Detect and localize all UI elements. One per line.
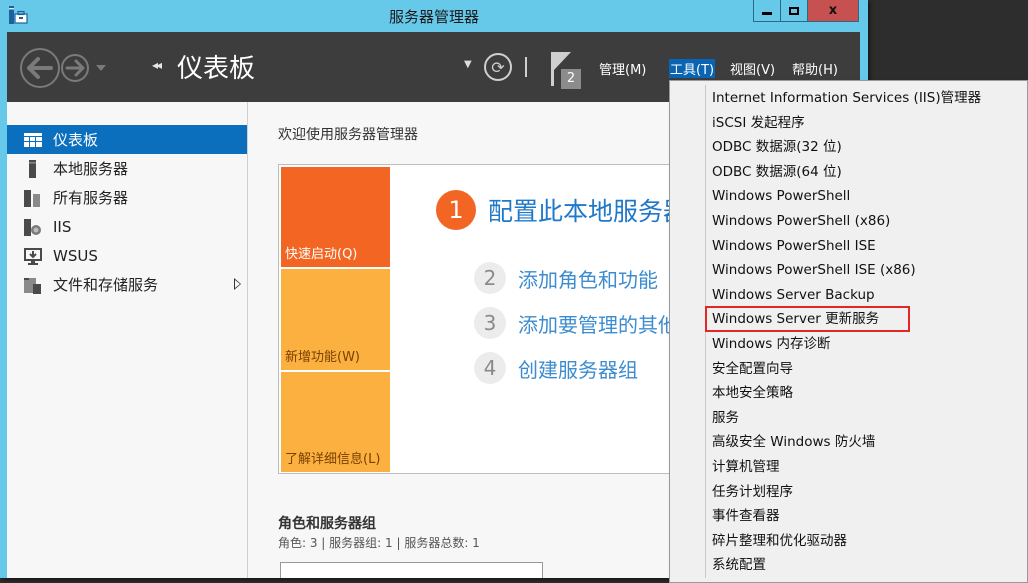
breadcrumb-dropdown-icon[interactable]: ▼ <box>464 59 472 70</box>
sidebar: 仪表板 本地服务器 所有服务器 IIS WSUS 文件和存储服务 <box>7 102 248 578</box>
step-number: 4 <box>474 352 506 384</box>
minimize-button[interactable] <box>754 0 781 21</box>
menu-tools[interactable]: 工具(T) <box>669 59 716 78</box>
tools-menu-item[interactable]: Windows PowerShell ISE <box>712 234 876 258</box>
tools-menu-item[interactable]: 服务 <box>712 406 739 430</box>
dashboard-icon <box>23 131 43 149</box>
sidebar-item-wsus[interactable]: WSUS <box>7 241 247 270</box>
tools-menu-item[interactable]: ODBC 数据源(64 位) <box>712 160 842 184</box>
tools-menu-item[interactable]: Windows PowerShell (x86) <box>712 209 890 233</box>
file-storage-icon <box>23 276 43 294</box>
header-separator <box>525 57 527 77</box>
step-configure-local-server[interactable]: 1 配置此本地服务器 <box>436 190 688 230</box>
step-link[interactable]: 配置此本地服务器 <box>488 192 688 228</box>
tools-menu-item[interactable]: Windows PowerShell ISE (x86) <box>712 258 916 282</box>
menu-view[interactable]: 视图(V) <box>729 59 776 78</box>
tools-menu-item[interactable]: 计算机管理 <box>712 455 780 479</box>
step-create-server-group[interactable]: 4 创建服务器组 <box>474 352 638 384</box>
tools-menu-dropdown: Internet Information Services (IIS)管理器 iS… <box>669 80 1028 583</box>
notification-count-badge: 2 <box>561 69 581 89</box>
wsus-icon <box>23 247 43 265</box>
tools-menu-item[interactable]: 任务计划程序 <box>712 480 793 504</box>
learn-more-tile[interactable]: 了解详细信息(L) <box>281 372 390 472</box>
step-number: 3 <box>474 307 506 339</box>
local-server-icon <box>23 159 43 178</box>
window-controls: x <box>753 0 859 22</box>
step-link[interactable]: 添加角色和功能 <box>518 264 658 293</box>
tools-menu-item[interactable]: 安全配置向导 <box>712 357 793 381</box>
tile-label: 了解详细信息(L) <box>285 452 381 467</box>
role-tile[interactable] <box>280 562 543 578</box>
tools-menu-item[interactable]: 事件查看器 <box>712 504 780 528</box>
refresh-icon: ⟳ <box>491 57 505 77</box>
maximize-icon <box>789 6 799 15</box>
navigation-buttons <box>20 48 106 88</box>
breadcrumb-arrows-icon[interactable]: ◂◂ <box>152 58 162 72</box>
back-button[interactable] <box>20 48 60 88</box>
tools-menu-item[interactable]: 系统配置 <box>712 553 766 577</box>
page-title: 仪表板 <box>177 54 256 84</box>
roles-section-title: 角色和服务器组 <box>278 516 376 532</box>
close-icon: x <box>828 3 838 18</box>
quick-start-panel: 快速启动(Q) 新增功能(W) 了解详细信息(L) 1 配置此本地服务器 2 添… <box>278 164 738 474</box>
title-bar[interactable]: 服务器管理器 x <box>0 0 868 32</box>
forward-button[interactable] <box>61 54 89 82</box>
whats-new-tile[interactable]: 新增功能(W) <box>281 269 390 370</box>
tile-label: 快速启动(Q) <box>285 247 358 262</box>
tools-menu-item[interactable]: Windows Server 更新服务 <box>712 307 879 331</box>
all-servers-icon <box>23 189 43 207</box>
minimize-icon <box>762 12 772 15</box>
menu-gutter <box>705 85 706 578</box>
step-number: 1 <box>436 190 476 230</box>
step-add-roles-features[interactable]: 2 添加角色和功能 <box>474 262 658 294</box>
tools-menu-item[interactable]: Windows Server Backup <box>712 283 875 307</box>
roles-summary: 角色: 3 | 服务器组: 1 | 服务器总数: 1 <box>278 536 480 550</box>
close-button[interactable]: x <box>808 0 858 21</box>
sidebar-item-label: 文件和存储服务 <box>53 276 159 294</box>
sidebar-item-label: 所有服务器 <box>53 189 129 207</box>
tools-menu-item[interactable]: 本地安全策略 <box>712 381 793 405</box>
menu-manage[interactable]: 管理(M) <box>598 59 647 78</box>
sidebar-item-label: WSUS <box>53 246 98 265</box>
maximize-button[interactable] <box>781 0 808 21</box>
step-number: 2 <box>474 262 506 294</box>
sidebar-item-all-servers[interactable]: 所有服务器 <box>7 183 247 212</box>
sidebar-item-local-server[interactable]: 本地服务器 <box>7 154 247 183</box>
sidebar-item-label: 本地服务器 <box>53 160 129 178</box>
sidebar-item-file-storage[interactable]: 文件和存储服务 <box>7 270 247 299</box>
step-link[interactable]: 创建服务器组 <box>518 354 638 383</box>
sidebar-item-label: IIS <box>53 217 72 236</box>
sidebar-item-label: 仪表板 <box>53 131 99 149</box>
tile-label: 新增功能(W) <box>285 350 360 365</box>
tools-menu-item[interactable]: 高级安全 Windows 防火墙 <box>712 430 875 454</box>
tools-menu-item[interactable]: iSCSI 发起程序 <box>712 111 805 135</box>
sidebar-item-dashboard[interactable]: 仪表板 <box>7 125 247 154</box>
refresh-button[interactable]: ⟳ <box>484 53 512 81</box>
window-title: 服务器管理器 <box>388 8 479 26</box>
tools-menu-item[interactable]: Windows 内存诊断 <box>712 332 831 356</box>
tools-menu-item[interactable]: ODBC 数据源(32 位) <box>712 135 842 159</box>
tools-menu-item[interactable]: Windows PowerShell <box>712 184 850 208</box>
welcome-title: 欢迎使用服务器管理器 <box>278 127 418 143</box>
tools-menu-item[interactable]: 碎片整理和优化驱动器 <box>712 529 847 553</box>
menu-help[interactable]: 帮助(H) <box>791 59 839 78</box>
iis-icon <box>23 218 43 236</box>
quick-start-tile[interactable]: 快速启动(Q) <box>281 167 390 267</box>
expand-arrow-icon[interactable] <box>234 278 241 290</box>
tools-menu-item[interactable]: Internet Information Services (IIS)管理器 <box>712 86 981 110</box>
sidebar-item-iis[interactable]: IIS <box>7 212 247 241</box>
history-dropdown-icon[interactable] <box>96 65 106 71</box>
